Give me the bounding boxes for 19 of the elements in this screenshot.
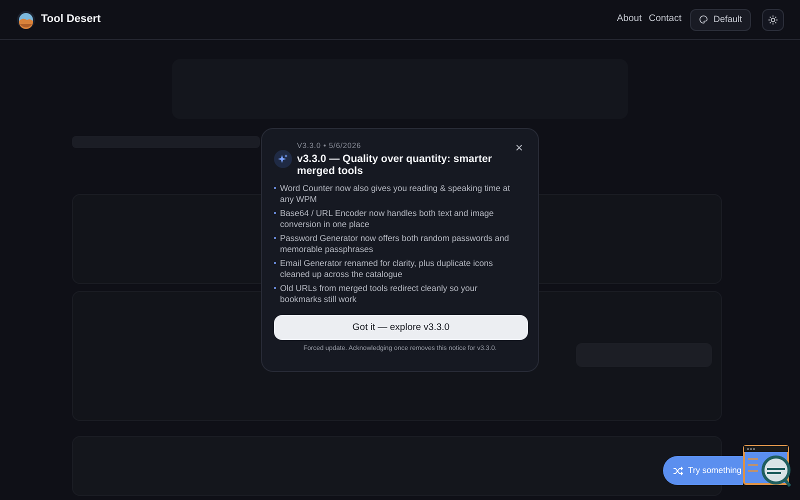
sparkle-badge-icon [274, 150, 292, 168]
nav-link[interactable]: About [616, 12, 642, 27]
modal-title: v3.3.0 — Quality over quantity: smarter merged tools [297, 153, 493, 178]
logo-icon[interactable] [17, 10, 35, 28]
theme-button[interactable]: Default [690, 8, 751, 30]
close-button[interactable]: × [515, 141, 523, 154]
browser-search-icon[interactable] [743, 445, 791, 488]
changelog-item: Old URLs from merged tools redirect cleanly so your bookmarks still work [280, 283, 478, 306]
changelog-item: Base64 / URL Encoder now handles both text and image conversion in one place [280, 208, 495, 230]
changelog-item: Password Generator now offers both random passwords and memorable passphrases [280, 233, 510, 256]
sun-icon [768, 14, 778, 24]
brand-name[interactable]: Tool Desert [41, 11, 101, 28]
shuffle-icon [673, 466, 683, 476]
changelog-item: Email Generator renamed for clarity, plus duplicate icons cleaned up across the catalogue [280, 258, 494, 280]
nav-link[interactable]: Contact [648, 12, 682, 27]
palette-icon [699, 15, 708, 24]
changelog-item: Word Counter now also gives you reading & speaking time at any WPM [280, 183, 511, 206]
acknowledge-button[interactable]: Got it — explore v3.3.0 [274, 315, 528, 340]
theme-toggle-button[interactable] [762, 8, 784, 30]
